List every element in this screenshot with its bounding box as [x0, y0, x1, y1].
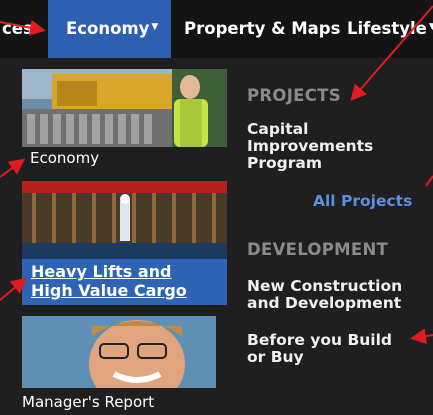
economy-card-label[interactable]: Economy [30, 149, 99, 167]
economy-photo [22, 69, 227, 147]
heavy-lifts-photo [22, 181, 227, 259]
nav-item-property-maps[interactable]: Property & Maps [184, 0, 340, 58]
nav-item-economy[interactable]: Economy ▼ [48, 0, 171, 58]
all-projects-link[interactable]: All Projects [313, 192, 412, 210]
nav-item-lifestyle-label: Lifestyle [347, 19, 427, 38]
nav-item-lifestyle[interactable]: Lifestyle ▼ [347, 0, 433, 58]
before-you-build-link-line1[interactable]: Before you Build [247, 332, 392, 349]
nav-item-economy-label: Economy [66, 19, 150, 38]
heavy-lifts-link-line2[interactable]: High Value Cargo [31, 281, 187, 300]
nav-item-property-maps-label: Property & Maps [184, 19, 341, 38]
nav-item-services[interactable]: ces [0, 0, 46, 58]
top-navigation: ces Economy ▼ Property & Maps Lifestyle ▼ [0, 0, 433, 58]
before-you-build-link-line2[interactable]: or Buy [247, 349, 304, 366]
projects-heading: PROJECTS [247, 86, 341, 105]
capital-improvements-link-line3[interactable]: Program [247, 155, 322, 172]
managers-report-card-image[interactable] [22, 316, 216, 388]
chevron-down-icon: ▼ [428, 22, 433, 32]
capital-improvements-link-line1[interactable]: Capital [247, 121, 308, 138]
chevron-down-icon: ▼ [151, 22, 159, 32]
heavy-lifts-card-image[interactable] [22, 181, 227, 259]
capital-improvements-link-line2[interactable]: Improvements [247, 138, 373, 155]
development-heading: DEVELOPMENT [247, 240, 389, 259]
nav-item-services-label: ces [2, 19, 33, 38]
new-construction-link-line2[interactable]: and Development [247, 295, 401, 312]
heavy-lifts-link-line1[interactable]: Heavy Lifts and [31, 262, 172, 281]
economy-card-image[interactable] [22, 69, 227, 147]
new-construction-link-line1[interactable]: New Construction [247, 278, 402, 295]
manager-portrait-photo [22, 316, 216, 388]
managers-report-label[interactable]: Manager's Report [22, 393, 154, 411]
